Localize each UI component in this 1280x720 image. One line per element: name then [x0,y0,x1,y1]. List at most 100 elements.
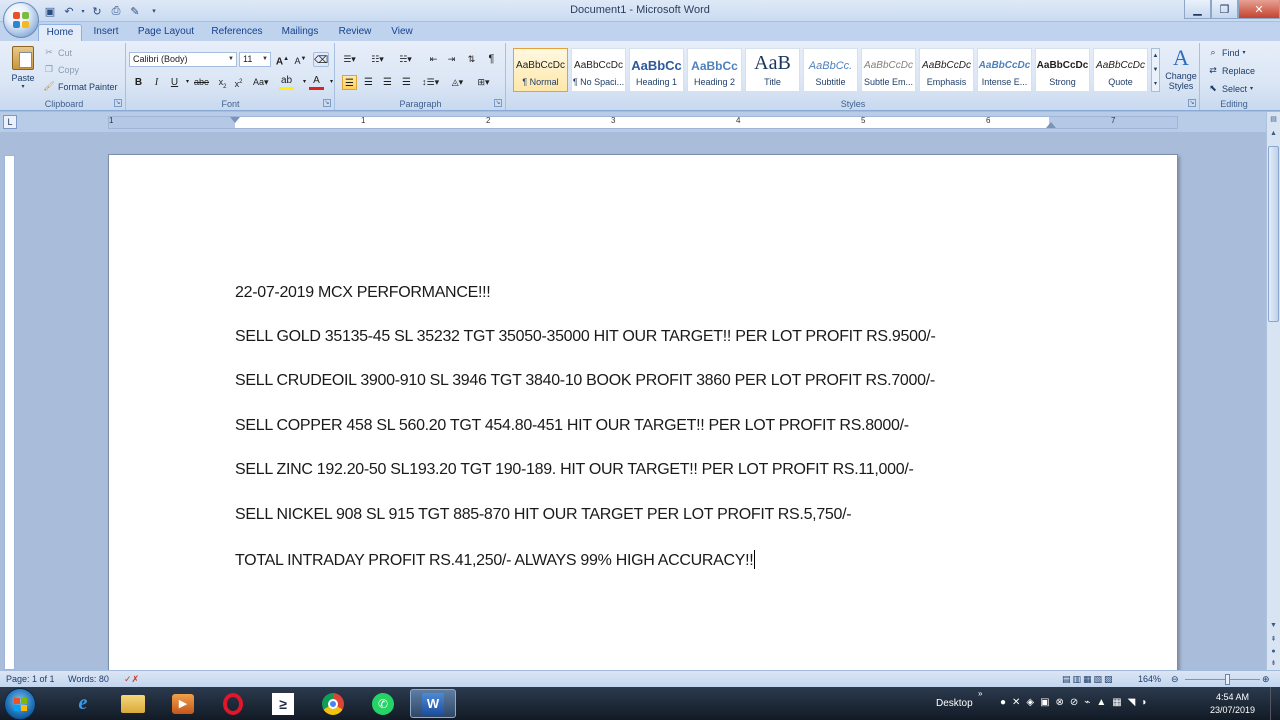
internet-explorer-icon[interactable]: e [60,689,106,718]
document-heading[interactable]: 22-07-2019 MCX PERFORMANCE!!! [235,284,491,302]
tab-review[interactable]: Review [334,24,376,41]
shrink-font-icon[interactable]: A▼ [293,52,308,67]
remote-app-icon[interactable]: ≥ [260,689,306,718]
minimize-button[interactable]: ▁ [1184,0,1211,19]
tab-insert[interactable]: Insert [88,24,124,41]
office-button[interactable] [3,2,39,38]
document-line-last[interactable]: TOTAL INTRADAY PROFIT RS.41,250/- ALWAYS… [235,550,756,570]
next-page-icon[interactable]: ⇟ [1268,658,1279,670]
right-indent-marker[interactable] [1046,122,1056,128]
justify-icon[interactable]: ☰ [399,75,414,90]
select-browse-object-icon[interactable]: ● [1268,646,1279,658]
zoom-slider-knob[interactable] [1225,674,1230,685]
borders-icon[interactable]: ⊞▾ [476,75,491,90]
bullets-icon[interactable]: ☰▾ [342,52,357,67]
tab-selector[interactable]: L [3,115,17,129]
vertical-ruler[interactable] [4,155,15,670]
style-heading-1[interactable]: AaBbCc Heading 1 [629,48,684,92]
scroll-down-icon[interactable]: ▼ [1268,620,1279,632]
change-styles-button[interactable]: A Change Styles [1163,45,1199,97]
previous-page-icon[interactable]: ⇞ [1268,634,1279,646]
tab-view[interactable]: View [386,24,418,41]
find-button[interactable]: ⌕ Find ▾ [1207,47,1245,58]
style-title[interactable]: AaB Title [745,48,800,92]
word-count[interactable]: Words: 80 [68,674,109,684]
align-center-icon[interactable]: ☰ [361,75,376,90]
view-buttons[interactable]: ▤▥▦▧▨ [1062,674,1115,685]
superscript-icon[interactable]: x2 [231,75,246,90]
document-line[interactable]: SELL GOLD 35135-45 SL 35232 TGT 35050-35… [235,328,936,346]
style-intense-emphasis[interactable]: AaBbCcDc Intense E... [977,48,1032,92]
underline-dropdown-icon[interactable]: ▾ [180,75,195,90]
tray-icons[interactable]: ●✕◈▣⊗⊘⌁▲▦◥◗ [1000,697,1153,708]
document-line[interactable]: SELL ZINC 192.20-50 SL193.20 TGT 190-189… [235,461,914,479]
show-desktop-button[interactable] [1270,687,1280,720]
styles-scroll[interactable]: ▲ ▼ ▾ [1151,48,1160,92]
opera-icon[interactable] [210,689,256,718]
start-button[interactable] [4,688,36,720]
format-painter-button[interactable]: 🖌 Format Painter [43,81,117,92]
align-right-icon[interactable]: ☰ [380,75,395,90]
font-color-icon[interactable]: A [309,75,324,90]
multilevel-list-icon[interactable]: ☵▾ [398,52,413,67]
styles-launcher[interactable]: ↘ [1188,99,1196,107]
style-heading-2[interactable]: AaBbCc Heading 2 [687,48,742,92]
style-no-spacing[interactable]: AaBbCcDc ¶ No Spaci... [571,48,626,92]
copy-button[interactable]: ❐ Copy [43,64,79,75]
grow-font-icon[interactable]: A▲ [275,52,290,67]
replace-button[interactable]: ⇄ Replace [1207,65,1255,76]
italic-icon[interactable]: I [149,75,164,90]
bold-icon[interactable]: B [131,75,146,90]
file-explorer-icon[interactable] [110,689,156,718]
paragraph-launcher[interactable]: ↘ [494,99,502,107]
change-case-icon[interactable]: Aa▾ [253,75,269,90]
zoom-slider-track[interactable] [1185,679,1260,680]
tab-home[interactable]: Home [38,24,82,41]
decrease-indent-icon[interactable]: ⇤ [426,52,441,67]
highlight-icon[interactable]: ab [279,75,294,90]
desktop-toolbar[interactable]: Desktop [936,698,973,709]
style-subtle-emphasis[interactable]: AaBbCcDc Subtle Em... [861,48,916,92]
show-formatting-icon[interactable]: ¶ [484,52,499,67]
tab-mailings[interactable]: Mailings [276,24,324,41]
sort-icon[interactable]: ⇅ [464,52,479,67]
horizontal-ruler[interactable]: 1 1 2 3 4 5 6 7 [108,116,1178,129]
toolbar-expand-icon[interactable]: » [978,689,982,698]
style-normal[interactable]: AaBbCcDc ¶ Normal [513,48,568,92]
scroll-thumb[interactable] [1268,146,1279,322]
line-spacing-icon[interactable]: ↕☰▾ [422,75,439,90]
style-strong[interactable]: AaBbCcDc Strong [1035,48,1090,92]
zoom-out-icon[interactable]: ⊖ [1171,674,1179,685]
media-player-icon[interactable]: ▶ [160,689,206,718]
scroll-up-icon[interactable]: ▲ [1268,128,1279,140]
page-count[interactable]: Page: 1 of 1 [6,674,55,684]
vertical-scrollbar[interactable]: ▤ ▲ ▼ ⇞ ● ⇟ [1266,112,1280,670]
align-left-icon[interactable]: ☰ [342,75,357,90]
clock-time[interactable]: 4:54 AM [1216,692,1249,702]
style-quote[interactable]: AaBbCcDc Quote [1093,48,1148,92]
document-line[interactable]: SELL NICKEL 908 SL 915 TGT 885-870 HIT O… [235,506,852,524]
subscript-icon[interactable]: x2 [215,75,230,90]
tab-page-layout[interactable]: Page Layout [134,24,198,41]
style-subtitle[interactable]: AaBbCc. Subtitle [803,48,858,92]
ruler-toggle-icon[interactable]: ▤ [1268,114,1279,126]
cut-button[interactable]: ✂ Cut [43,47,72,58]
strikethrough-icon[interactable]: abe [194,75,209,90]
indent-marker[interactable] [230,117,240,123]
zoom-level[interactable]: 164% [1138,674,1161,684]
proofing-icon[interactable]: ✓✗ [124,674,139,685]
paste-button[interactable]: Paste ▾ [7,46,39,98]
font-launcher[interactable]: ↘ [323,99,331,107]
document-page[interactable]: 22-07-2019 MCX PERFORMANCE!!! SELL GOLD … [108,154,1178,670]
font-name-combo[interactable]: Calibri (Body) ▼ [129,52,237,67]
chrome-icon[interactable] [310,689,356,718]
clipboard-launcher[interactable]: ↘ [114,99,122,107]
font-size-combo[interactable]: 11 ▼ [239,52,271,67]
zoom-in-icon[interactable]: ⊕ [1262,674,1270,685]
select-button[interactable]: ⬉ Select ▾ [1207,83,1253,94]
shading-icon[interactable]: ◬▾ [450,75,465,90]
maximize-button[interactable]: ❐ [1211,0,1238,19]
clock-date[interactable]: 23/07/2019 [1210,705,1255,715]
style-emphasis[interactable]: AaBbCcDc Emphasis [919,48,974,92]
word-taskbar-icon[interactable]: W [410,689,456,718]
